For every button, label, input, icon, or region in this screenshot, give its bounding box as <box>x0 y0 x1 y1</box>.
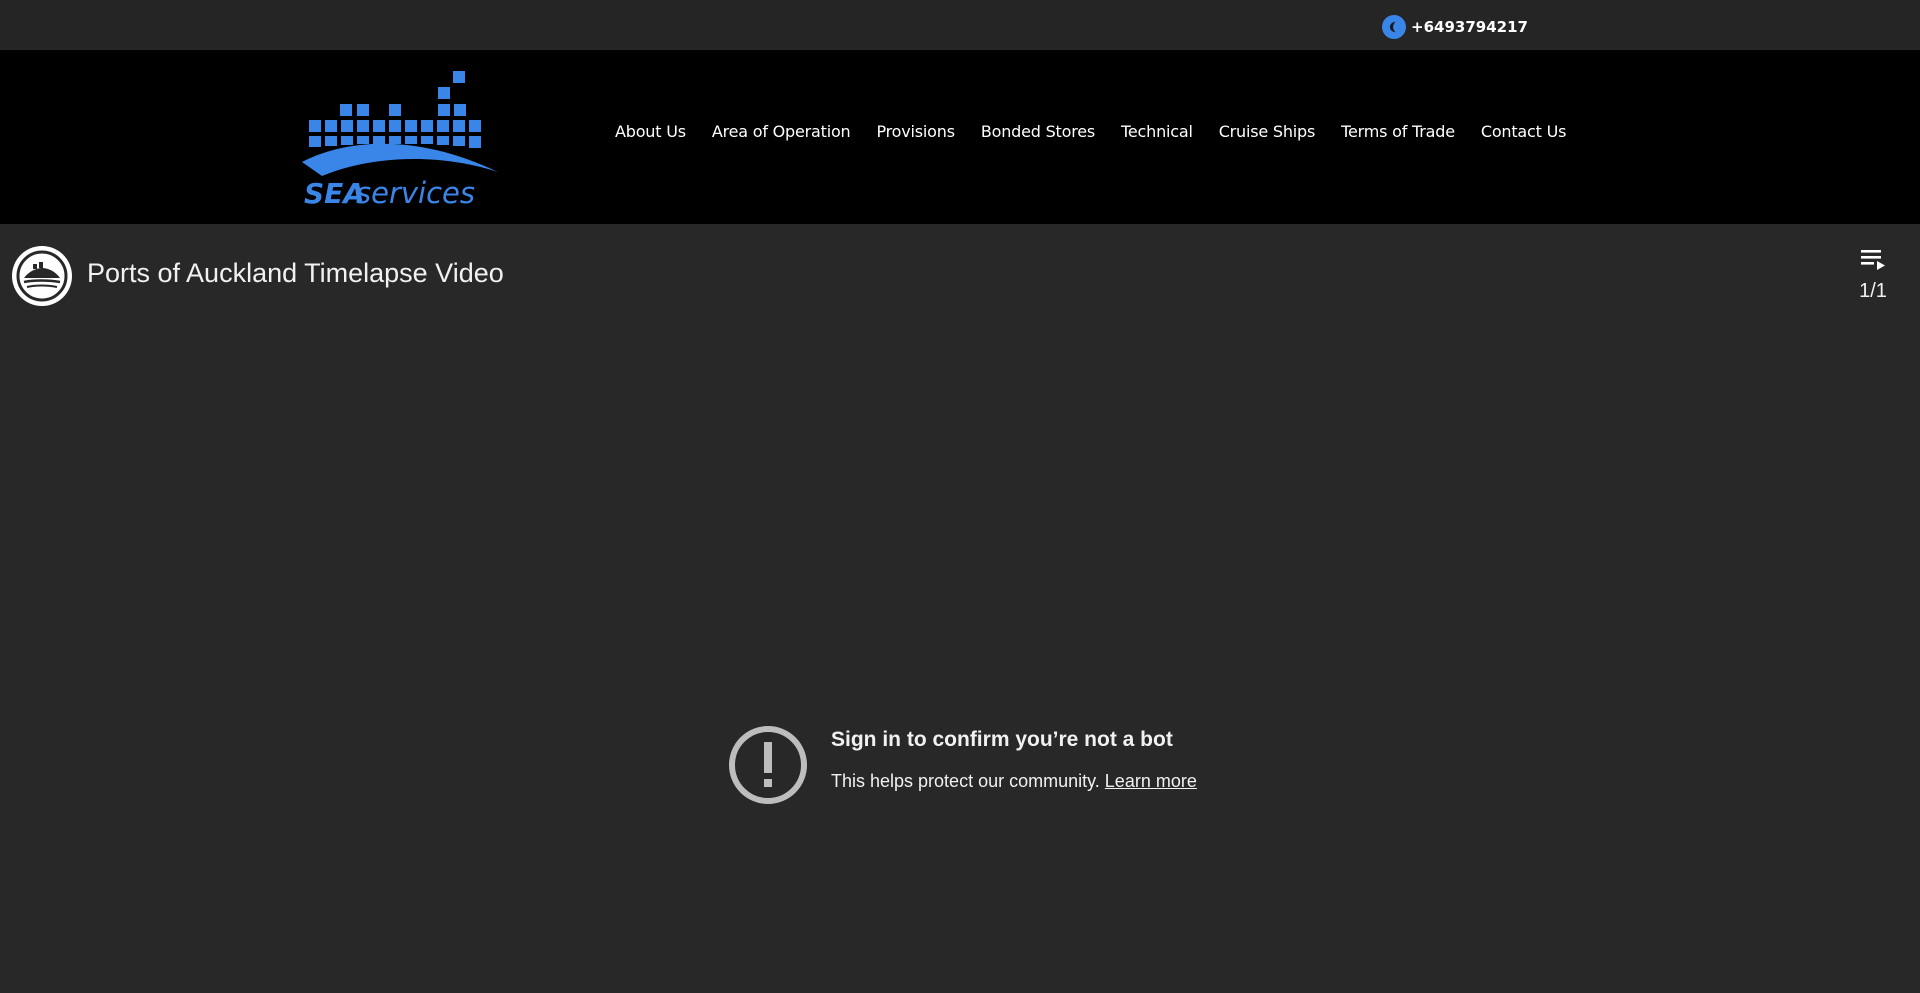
channel-avatar[interactable] <box>12 246 72 306</box>
main-nav: About Us Area of Operation Provisions Bo… <box>602 122 1579 141</box>
sea-services-logo[interactable]: SEA services <box>300 68 504 208</box>
video-embed[interactable]: Ports of Auckland Timelapse Video 1/1 Si… <box>0 224 1920 993</box>
bot-check-message: Sign in to confirm you’re not a bot This… <box>727 724 1197 806</box>
nav-cruise-ships[interactable]: Cruise Ships <box>1206 122 1328 141</box>
top-bar: +6493794217 <box>0 0 1920 50</box>
error-text: Sign in to confirm you’re not a bot This… <box>831 728 1197 792</box>
phone-link[interactable]: +6493794217 <box>1382 15 1528 39</box>
error-title: Sign in to confirm you’re not a bot <box>831 728 1173 751</box>
playlist-icon <box>1861 250 1885 270</box>
nav-area-of-operation[interactable]: Area of Operation <box>699 122 864 141</box>
nav-terms-of-trade[interactable]: Terms of Trade <box>1328 122 1468 141</box>
site-header: SEA services About Us Area of Operation … <box>0 50 1920 224</box>
video-title[interactable]: Ports of Auckland Timelapse Video <box>87 258 504 289</box>
nav-bonded-stores[interactable]: Bonded Stores <box>968 122 1108 141</box>
ports-of-auckland-logo-icon <box>16 250 68 302</box>
nav-technical[interactable]: Technical <box>1108 122 1206 141</box>
phone-icon <box>1382 15 1406 39</box>
alert-icon <box>729 726 807 804</box>
learn-more-link[interactable]: Learn more <box>1105 771 1197 791</box>
nav-contact-us[interactable]: Contact Us <box>1468 122 1579 141</box>
phone-number: +6493794217 <box>1411 18 1528 36</box>
nav-about-us[interactable]: About Us <box>602 122 699 141</box>
error-message-text: This helps protect our community. <box>831 771 1100 791</box>
playlist-button[interactable]: 1/1 <box>1848 246 1898 316</box>
error-message: This helps protect our community. Learn … <box>831 771 1197 792</box>
svg-text:services: services <box>356 176 475 208</box>
playlist-count: 1/1 <box>1859 280 1887 302</box>
nav-provisions[interactable]: Provisions <box>863 122 967 141</box>
